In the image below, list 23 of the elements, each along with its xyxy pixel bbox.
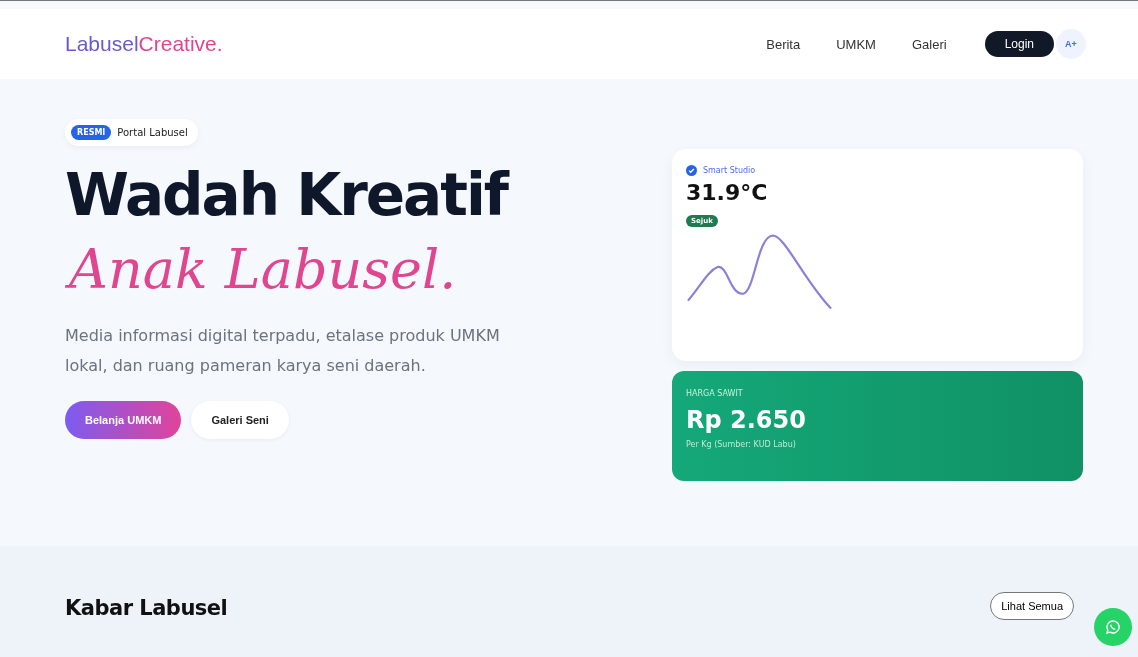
nav-link[interactable]: UMKM xyxy=(836,36,876,52)
font-size-button[interactable]: A+ xyxy=(1056,29,1086,59)
site-logo[interactable]: LabuselCreative. xyxy=(65,32,223,56)
price-note: Per Kg (Sumber: KUD Labu) xyxy=(686,440,797,449)
see-all-button[interactable]: Lihat Semua xyxy=(990,592,1074,620)
temperature-value: 31.9°C xyxy=(686,180,768,205)
card-label: Smart Studio xyxy=(703,166,756,175)
hero-description: Media informasi digital terpadu, etalase produk UMKM lokal, dan ruang pameran karya seni daerah. xyxy=(65,324,501,377)
nav-link[interactable]: Galeri xyxy=(911,36,947,52)
chat-icon xyxy=(1104,618,1122,636)
nav-link[interactable]: Berita xyxy=(766,36,801,52)
price-label: HARGA SAWIT xyxy=(686,389,744,398)
check-icon xyxy=(686,165,697,176)
hero-title: Wadah Kreatif xyxy=(65,164,510,228)
badge-text: Portal Labusel xyxy=(117,127,188,138)
shop-button[interactable]: Belanja UMKM xyxy=(65,400,182,439)
section-title: Kabar Labusel xyxy=(65,596,228,620)
login-button[interactable]: Login xyxy=(984,31,1054,57)
price-value: Rp 2.650 xyxy=(686,406,807,434)
hero-script-title: Anak Labusel. xyxy=(65,233,469,307)
chat-button[interactable] xyxy=(1094,608,1132,646)
badge-tag: RESMI xyxy=(71,125,112,140)
gallery-button[interactable]: Galeri Seni xyxy=(191,400,289,439)
